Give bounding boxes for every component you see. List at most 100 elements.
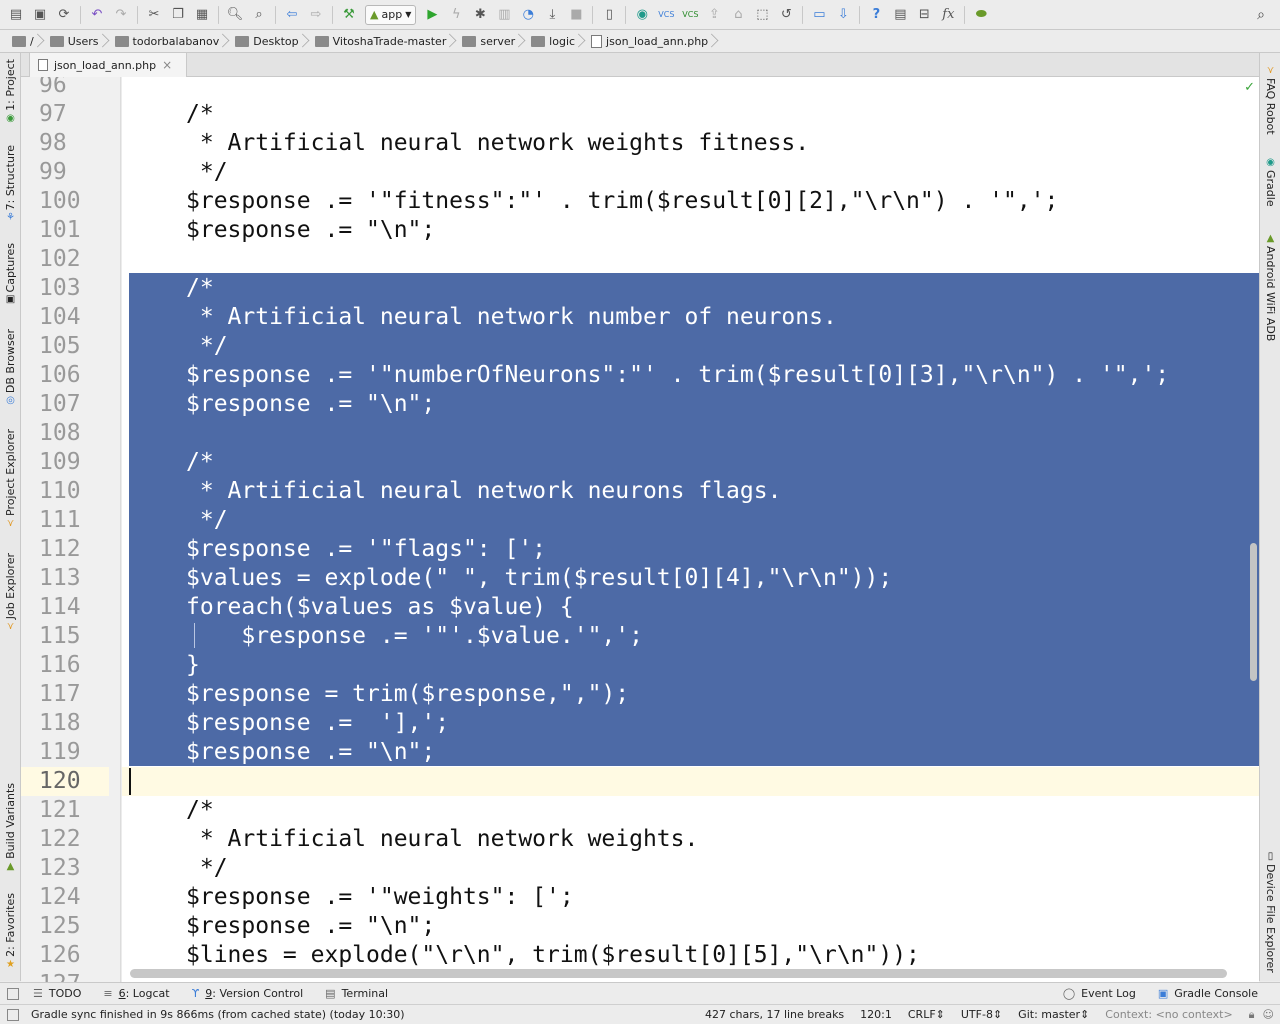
line-number: 106 <box>39 362 81 388</box>
vcs-push-icon[interactable]: ⇪ <box>703 4 725 26</box>
cut-icon[interactable]: ✂ <box>143 4 165 26</box>
stop-icon[interactable]: ■ <box>565 4 587 26</box>
save-all-icon[interactable]: ▤ <box>5 4 27 26</box>
redo-icon[interactable]: ↷ <box>110 4 132 26</box>
breadcrumb-item-users[interactable]: Users <box>46 30 105 53</box>
avd-manager-icon[interactable]: ▯ <box>598 4 620 26</box>
tool-tab-gradle[interactable]: ◉ Gradle <box>1260 155 1280 207</box>
breadcrumb-item-project[interactable]: VitoshaTrade-master <box>311 30 453 53</box>
project-structure-icon[interactable]: ▭ <box>808 4 830 26</box>
breadcrumb-item-root[interactable]: / <box>8 30 40 53</box>
code-line: */ <box>186 333 228 359</box>
sync-gradle-icon[interactable]: ◉ <box>631 4 653 26</box>
vertical-scrollbar[interactable] <box>1250 543 1257 681</box>
tool-tab-job-explorer[interactable]: Job Explorer ⋎ <box>0 553 21 634</box>
terminal-tab[interactable]: ▤ Terminal <box>325 987 388 1000</box>
profile-icon[interactable]: ▥ <box>493 4 515 26</box>
run-config-dropdown[interactable]: ▲ app ▼ <box>365 4 417 25</box>
tool-tab-captures[interactable]: Captures ▣ <box>0 243 21 307</box>
todo-tab[interactable]: ☰ TODO <box>33 987 81 1000</box>
database-icon[interactable]: ⊟ <box>913 4 935 26</box>
close-icon[interactable]: × <box>162 58 172 72</box>
attach-process-icon[interactable]: ⤓ <box>541 4 563 26</box>
logcat-tab[interactable]: ≡ 6: Logcat <box>103 987 169 1000</box>
git-branch[interactable]: Git: master⇕ <box>1018 1008 1089 1021</box>
tool-tab-android-wifi-adb[interactable]: ▲ Android WiFi ADB <box>1260 231 1280 341</box>
tool-tab-device-file-explorer[interactable]: ▯ Device File Explorer <box>1260 849 1280 973</box>
tool-tab-project[interactable]: 1: Project ◉ <box>0 59 21 126</box>
breadcrumb-item-desktop[interactable]: Desktop <box>231 30 304 53</box>
vcs-history-icon[interactable]: ⌂ <box>727 4 749 26</box>
hector-icon[interactable]: ☺ <box>1263 1008 1274 1021</box>
save-icon[interactable]: ▣ <box>29 4 51 26</box>
tool-tab-favorites[interactable]: 2: Favorites ★ <box>0 893 21 972</box>
replace-icon[interactable]: ⌕ <box>248 4 270 26</box>
android-monitor-icon[interactable]: ⬬ <box>970 4 992 26</box>
undo-icon[interactable]: ↶ <box>86 4 108 26</box>
apply-changes-icon[interactable]: ϟ <box>445 4 467 26</box>
tool-tab-structure[interactable]: 7: Structure ⚘ <box>0 145 21 225</box>
paste-icon[interactable]: ▦ <box>191 4 213 26</box>
gradle-console-icon: ▣ <box>1157 987 1169 1000</box>
code-line: $response .= '"flags": ['; <box>186 536 547 562</box>
terminal-icon[interactable]: ▤ <box>889 4 911 26</box>
line-number: 119 <box>39 739 81 765</box>
build-icon[interactable]: ⚒ <box>338 4 360 26</box>
sdk-manager-icon[interactable]: ⇩ <box>832 4 854 26</box>
vcs-commit-icon[interactable]: VCS <box>679 4 701 26</box>
inspection-ok-icon[interactable]: ✓ <box>1244 80 1255 95</box>
back-icon[interactable]: ⇦ <box>281 4 303 26</box>
context-info[interactable]: Context: <no context> <box>1105 1008 1232 1021</box>
version-control-tab[interactable]: ϒ9: Version Control <box>192 987 304 1000</box>
line-number: 102 <box>39 246 81 272</box>
run-icon[interactable]: ▶ <box>421 4 443 26</box>
vcs-branch-icon: ϒ <box>191 987 200 1000</box>
status-message[interactable]: Gradle sync finished in 9s 866ms (from c… <box>31 1008 405 1021</box>
job-explorer-icon: ⋎ <box>6 621 15 633</box>
tool-tab-faq-robot[interactable]: ⋎ FAQ Robot <box>1260 63 1280 135</box>
fx-icon[interactable]: fx <box>937 4 959 26</box>
debug-icon[interactable]: ✱ <box>469 4 491 26</box>
lock-icon[interactable]: 🔒︎ <box>1249 1008 1255 1022</box>
search-icon[interactable]: ⌕ <box>1250 4 1272 26</box>
gradle-icon: ◉ <box>1266 157 1275 168</box>
captures-icon: ▣ <box>5 294 16 306</box>
attach-debugger-icon[interactable]: ◔ <box>517 4 539 26</box>
horizontal-scrollbar[interactable] <box>130 969 1227 978</box>
find-icon[interactable]: 🔍︎ <box>224 4 246 26</box>
gradle-console-tab[interactable]: ▣ Gradle Console <box>1158 987 1258 1000</box>
code-line: $response = trim($response,","); <box>186 681 630 707</box>
revert-icon[interactable]: ↺ <box>775 4 797 26</box>
project-icon: ◉ <box>6 112 15 124</box>
folder-icon <box>12 35 26 47</box>
text-caret <box>129 768 131 795</box>
breadcrumb-item-server[interactable]: server <box>458 30 521 53</box>
line-separator[interactable]: CRLF⇕ <box>908 1008 945 1021</box>
folder-icon <box>114 35 129 47</box>
tool-tab-project-explorer[interactable]: Project Explorer ⋎ <box>0 429 21 531</box>
line-number: 125 <box>39 913 81 939</box>
tab-json-load-ann[interactable]: json_load_ann.php × <box>29 53 187 77</box>
help-icon[interactable]: ? <box>865 4 887 26</box>
code-editor[interactable]: /* * Artificial neural network weights f… <box>122 77 1259 982</box>
shelve-icon[interactable]: ⬚ <box>751 4 773 26</box>
copy-icon[interactable]: ❐ <box>167 4 189 26</box>
line-number-gutter[interactable]: 96 97 98 99 100 101 102 103 104 105 106 107 108 109 11… <box>21 77 121 982</box>
file-encoding[interactable]: UTF-8⇕ <box>961 1008 1002 1021</box>
line-number: 100 <box>39 188 81 214</box>
caret-position[interactable]: 120:1 <box>860 1008 892 1021</box>
breadcrumb-item-file[interactable]: json_load_ann.php <box>587 30 714 53</box>
breadcrumb-item-user[interactable]: todorbalabanov <box>111 30 226 53</box>
toggle-tool-windows-icon[interactable] <box>7 987 19 1000</box>
forward-icon[interactable]: ⇨ <box>305 4 327 26</box>
vcs-update-icon[interactable]: VCS <box>655 4 677 26</box>
breadcrumb-item-logic[interactable]: logic <box>527 30 581 53</box>
run-config-label: app <box>381 8 403 21</box>
tool-tab-db-browser[interactable]: DB Browser ◎ <box>0 329 21 408</box>
status-toggle-icon[interactable] <box>7 1008 19 1021</box>
left-tool-strip: 1: Project ◉ 7: Structure ⚘ Captures ▣ DB B… <box>0 53 21 981</box>
current-line-highlight <box>122 767 1259 796</box>
event-log-tab[interactable]: ◯ Event Log <box>1063 987 1136 1000</box>
tool-tab-build-variants[interactable]: Build Variants ▲ <box>0 783 21 874</box>
sync-icon[interactable]: ⟳ <box>53 4 75 26</box>
